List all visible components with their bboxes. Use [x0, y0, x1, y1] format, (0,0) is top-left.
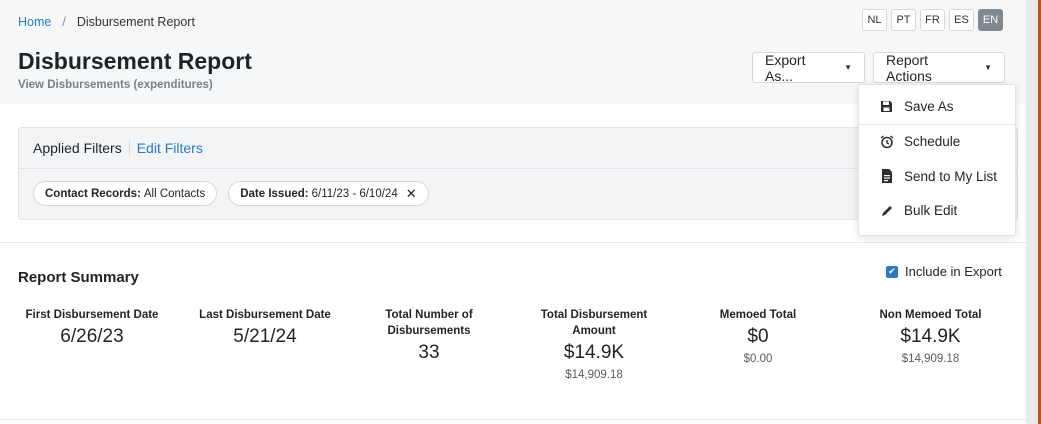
lang-en-button[interactable]: EN [978, 9, 1003, 31]
remove-filter-icon[interactable]: ✕ [406, 186, 417, 202]
alarm-clock-icon [879, 134, 894, 150]
stat-label: Memoed Total [719, 309, 797, 321]
page-subtitle: View Disbursements (expenditures) [18, 79, 213, 91]
menu-item-label: Save As [904, 99, 954, 115]
scrollbar-track[interactable] [1026, 0, 1041, 424]
stat-non-memoed-total: Non Memoed Total $14.9K $14,909.18 [873, 307, 988, 365]
menu-item-schedule[interactable]: Schedule [859, 125, 1015, 160]
filter-chip-label: Contact Records: [45, 187, 141, 200]
stat-label: Non Memoed Total [879, 309, 982, 321]
filter-chip-value: 6/11/23 - 6/10/24 [311, 187, 398, 200]
stat-last-disbursement-date: Last Disbursement Date 5/21/24 [197, 307, 333, 348]
stat-value: $14.9K [900, 326, 961, 347]
stat-value: $14.9K [563, 342, 625, 363]
filters-divider [128, 140, 130, 156]
checkmark-icon: ✔ [888, 266, 896, 276]
document-icon [879, 168, 894, 184]
stat-subvalue: $0.00 [743, 353, 773, 365]
stat-label: Total Number of Disbursements [385, 309, 473, 337]
report-actions-label: Report Actions [886, 51, 932, 84]
language-switcher: NL PT FR ES EN [862, 9, 1003, 31]
filter-chip-label: Date Issued: [240, 187, 309, 200]
stat-value: 33 [418, 342, 440, 363]
caret-down-icon: ▼ [844, 63, 852, 72]
stat-subvalue: $14,909.18 [901, 353, 960, 365]
stat-value: 6/26/23 [60, 326, 124, 347]
lang-es-button[interactable]: ES [949, 9, 974, 31]
stat-label: Total Disbursement Amount [540, 309, 648, 337]
applied-filters-title: Applied Filters [33, 140, 122, 156]
pencil-icon [879, 203, 894, 219]
include-in-export-label: Include in Export [905, 264, 1002, 279]
stat-first-disbursement-date: First Disbursement Date 6/26/23 [24, 307, 160, 348]
menu-item-bulk-edit[interactable]: Bulk Edit [859, 194, 1015, 229]
save-icon [879, 99, 894, 115]
lang-fr-button[interactable]: FR [920, 9, 945, 31]
menu-item-save-as[interactable]: Save As [859, 90, 1015, 125]
section-divider [0, 419, 1026, 420]
section-divider [0, 242, 1026, 243]
filter-chip-value: All Contacts [143, 187, 206, 200]
stat-memoed-total: Memoed Total $0 $0.00 [708, 307, 808, 365]
export-as-button[interactable]: Export As... ▼ [752, 51, 865, 84]
stat-subvalue: $14,909.18 [565, 369, 623, 381]
stat-total-number-of-disbursements: Total Number of Disbursements 33 [379, 307, 479, 364]
caret-down-icon: ▼ [984, 63, 992, 72]
menu-item-label: Schedule [904, 134, 961, 150]
page-title: Disbursement Report [18, 48, 252, 74]
breadcrumb-current: Disbursement Report [76, 15, 195, 29]
stat-value: $0 [747, 326, 769, 347]
menu-item-label: Send to My List [904, 168, 998, 184]
include-in-export-option[interactable]: ✔ Include in Export [886, 264, 1002, 279]
include-in-export-checkbox[interactable]: ✔ [886, 265, 898, 278]
stat-total-disbursement-amount: Total Disbursement Amount $14.9K $14,909… [538, 307, 650, 381]
filter-chip-date-issued: Date Issued: 6/11/23 - 6/10/24 ✕ [228, 181, 429, 206]
report-actions-button[interactable]: Report Actions ▼ [873, 51, 1005, 84]
edit-filters-link[interactable]: Edit Filters [137, 140, 203, 156]
menu-item-send-to-my-list[interactable]: Send to My List [859, 159, 1015, 194]
lang-pt-button[interactable]: PT [891, 9, 916, 31]
report-actions-menu: Save As Schedule Send to My List Bulk Ed… [858, 84, 1016, 236]
breadcrumb-separator: / [62, 15, 66, 29]
stat-label: First Disbursement Date [25, 309, 159, 321]
report-summary-title: Report Summary [18, 269, 139, 286]
breadcrumb-home-link[interactable]: Home [18, 15, 51, 29]
lang-nl-button[interactable]: NL [862, 9, 887, 31]
stat-label: Last Disbursement Date [199, 309, 331, 321]
export-as-label: Export As... [765, 51, 806, 84]
stat-value: 5/21/24 [233, 326, 297, 347]
breadcrumb: Home / Disbursement Report [18, 15, 195, 29]
menu-item-label: Bulk Edit [904, 203, 958, 219]
filter-chip-contact-records: Contact Records: All Contacts [33, 181, 218, 206]
